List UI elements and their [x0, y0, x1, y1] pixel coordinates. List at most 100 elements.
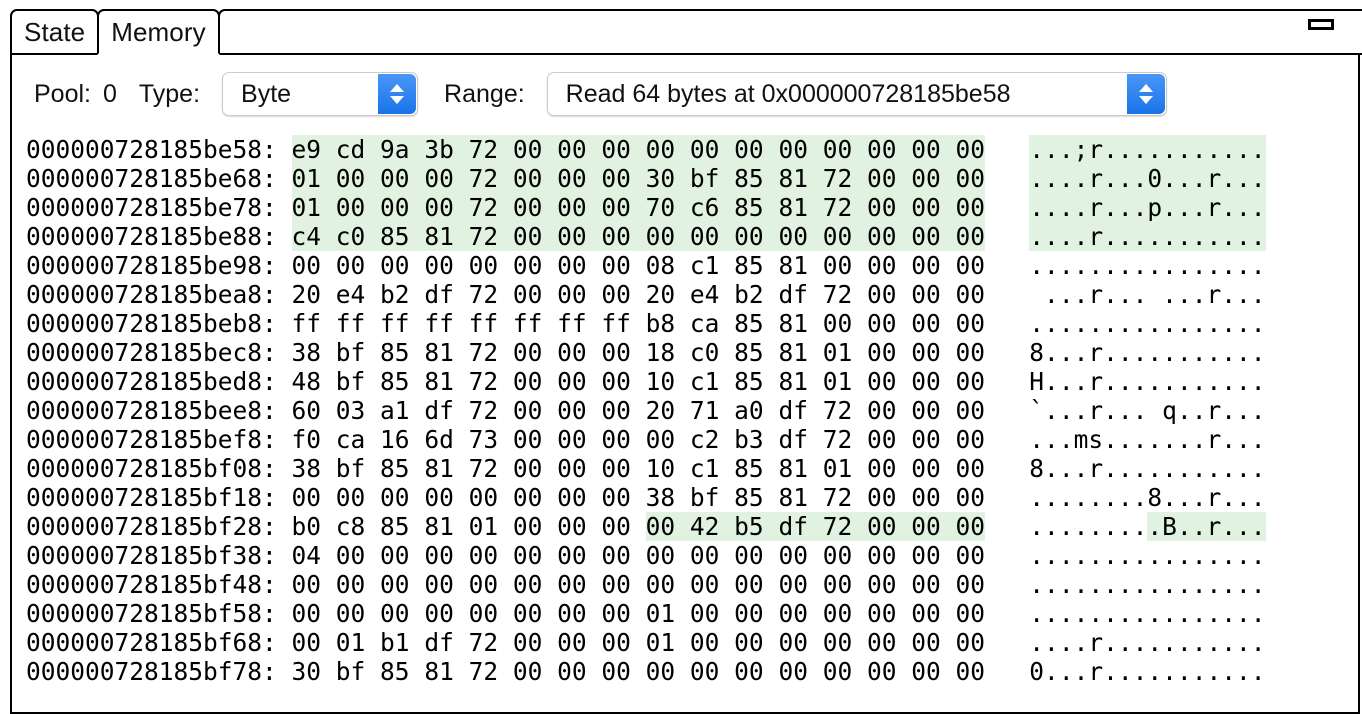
- ascii-char[interactable]: .: [1117, 193, 1133, 222]
- ascii-char[interactable]: .: [1176, 512, 1192, 541]
- hex-byte[interactable]: 81: [778, 164, 823, 193]
- ascii-char[interactable]: .: [1251, 396, 1266, 425]
- ascii-char[interactable]: .: [1044, 599, 1059, 628]
- ascii-char[interactable]: .: [1162, 251, 1177, 280]
- ascii-char[interactable]: .: [1133, 483, 1148, 512]
- hex-byte[interactable]: 00: [513, 599, 557, 628]
- ascii-char[interactable]: .: [1236, 251, 1251, 280]
- hex-byte[interactable]: 10: [646, 367, 690, 396]
- ascii-char[interactable]: .: [1162, 599, 1177, 628]
- ascii-char[interactable]: .: [1118, 657, 1133, 686]
- range-select[interactable]: Read 64 bytes at 0x000000728185be58: [546, 72, 1167, 116]
- hex-byte[interactable]: 00: [292, 251, 336, 280]
- hex-byte[interactable]: bf: [336, 454, 380, 483]
- ascii-char[interactable]: [1029, 280, 1044, 309]
- ascii-char[interactable]: .: [1103, 396, 1118, 425]
- hex-byte[interactable]: 20: [646, 280, 690, 309]
- hex-byte[interactable]: 00: [911, 280, 955, 309]
- hex-byte[interactable]: 00: [601, 570, 645, 599]
- hex-byte[interactable]: 00: [601, 425, 645, 454]
- ascii-char[interactable]: .: [1147, 135, 1163, 164]
- hex-byte[interactable]: df: [424, 280, 468, 309]
- ascii-char[interactable]: .: [1074, 657, 1089, 686]
- hex-byte[interactable]: 81: [424, 512, 468, 541]
- hex-byte[interactable]: bf: [336, 657, 380, 686]
- ascii-char[interactable]: .: [1103, 657, 1118, 686]
- ascii-char[interactable]: .: [1029, 193, 1045, 222]
- hex-byte[interactable]: 81: [778, 338, 822, 367]
- ascii-char[interactable]: .: [1029, 135, 1045, 164]
- hex-byte[interactable]: 00: [867, 454, 911, 483]
- hex-byte[interactable]: 85: [734, 338, 778, 367]
- hex-byte[interactable]: 00: [867, 367, 911, 396]
- hex-byte[interactable]: 00: [380, 193, 425, 222]
- hex-byte[interactable]: 00: [512, 222, 558, 251]
- ascii-char[interactable]: .: [1118, 628, 1133, 657]
- ascii-char[interactable]: .: [1059, 396, 1074, 425]
- hex-byte[interactable]: 00: [778, 135, 823, 164]
- ascii-char[interactable]: .: [1103, 483, 1118, 512]
- ascii-char[interactable]: .: [1177, 454, 1192, 483]
- ascii-char[interactable]: .: [1176, 222, 1192, 251]
- hex-byte[interactable]: b1: [380, 628, 424, 657]
- hex-byte[interactable]: 00: [911, 193, 956, 222]
- ascii-char[interactable]: .: [1133, 280, 1148, 309]
- ascii-char[interactable]: .: [1133, 309, 1148, 338]
- ascii-char[interactable]: r: [1206, 396, 1221, 425]
- ascii-char[interactable]: p: [1147, 193, 1163, 222]
- hex-byte[interactable]: 00: [955, 222, 986, 251]
- hex-byte[interactable]: 00: [513, 512, 557, 541]
- ascii-char[interactable]: .: [1177, 541, 1192, 570]
- hex-byte[interactable]: 85: [734, 164, 779, 193]
- ascii-char[interactable]: .: [1191, 193, 1207, 222]
- ascii-char[interactable]: .: [1133, 628, 1148, 657]
- ascii-char[interactable]: .: [1118, 396, 1133, 425]
- hex-byte[interactable]: ca: [336, 425, 380, 454]
- hex-byte[interactable]: 00: [911, 570, 955, 599]
- hex-byte[interactable]: 00: [513, 570, 557, 599]
- ascii-char[interactable]: .: [1133, 251, 1148, 280]
- ascii-char[interactable]: .: [1251, 628, 1266, 657]
- hex-byte[interactable]: 00: [601, 251, 645, 280]
- ascii-char[interactable]: .: [1074, 541, 1089, 570]
- ascii-char[interactable]: .: [1177, 396, 1192, 425]
- ascii-char[interactable]: .: [1162, 338, 1177, 367]
- hex-row[interactable]: 000000728185beb8: ff ff ff ff ff ff ff f…: [26, 309, 1358, 338]
- hex-byte[interactable]: 00: [778, 599, 822, 628]
- hex-row[interactable]: 000000728185bf18: 00 00 00 00 00 00 00 0…: [26, 483, 1358, 512]
- ascii-char[interactable]: .: [1251, 541, 1266, 570]
- ascii-char[interactable]: .: [1073, 193, 1089, 222]
- ascii-char[interactable]: .: [1147, 251, 1162, 280]
- ascii-char[interactable]: .: [1251, 483, 1266, 512]
- ascii-char[interactable]: .: [1118, 338, 1133, 367]
- hex-byte[interactable]: 00: [424, 251, 468, 280]
- ascii-char[interactable]: .: [1162, 483, 1177, 512]
- ascii-char[interactable]: .: [1177, 483, 1192, 512]
- ascii-char[interactable]: .: [1133, 454, 1148, 483]
- hex-byte[interactable]: 38: [292, 454, 336, 483]
- ascii-char[interactable]: .: [1118, 483, 1133, 512]
- hex-byte[interactable]: e4: [690, 280, 734, 309]
- ascii-char[interactable]: .: [1206, 338, 1221, 367]
- hex-byte[interactable]: 00: [911, 657, 955, 686]
- hex-byte[interactable]: 00: [557, 454, 601, 483]
- ascii-char[interactable]: .: [1103, 512, 1118, 541]
- hex-byte[interactable]: 72: [468, 193, 513, 222]
- hex-byte[interactable]: 00: [513, 396, 557, 425]
- hex-byte[interactable]: 00: [822, 135, 867, 164]
- hex-byte[interactable]: 00: [646, 425, 690, 454]
- hex-byte[interactable]: 72: [469, 367, 513, 396]
- hex-byte[interactable]: 00: [292, 570, 336, 599]
- hex-byte[interactable]: 72: [822, 512, 867, 541]
- hex-byte[interactable]: 00: [557, 541, 601, 570]
- ascii-char[interactable]: .: [1206, 309, 1221, 338]
- hex-byte[interactable]: c2: [690, 425, 734, 454]
- ascii-char[interactable]: .: [1074, 280, 1089, 309]
- hex-byte[interactable]: 00: [956, 599, 986, 628]
- ascii-char[interactable]: .: [1251, 454, 1266, 483]
- ascii-char[interactable]: .: [1236, 193, 1251, 222]
- hex-byte[interactable]: 00: [557, 483, 601, 512]
- hex-byte[interactable]: 00: [512, 164, 558, 193]
- ascii-char[interactable]: .: [1236, 628, 1251, 657]
- ascii-char[interactable]: .: [1192, 454, 1207, 483]
